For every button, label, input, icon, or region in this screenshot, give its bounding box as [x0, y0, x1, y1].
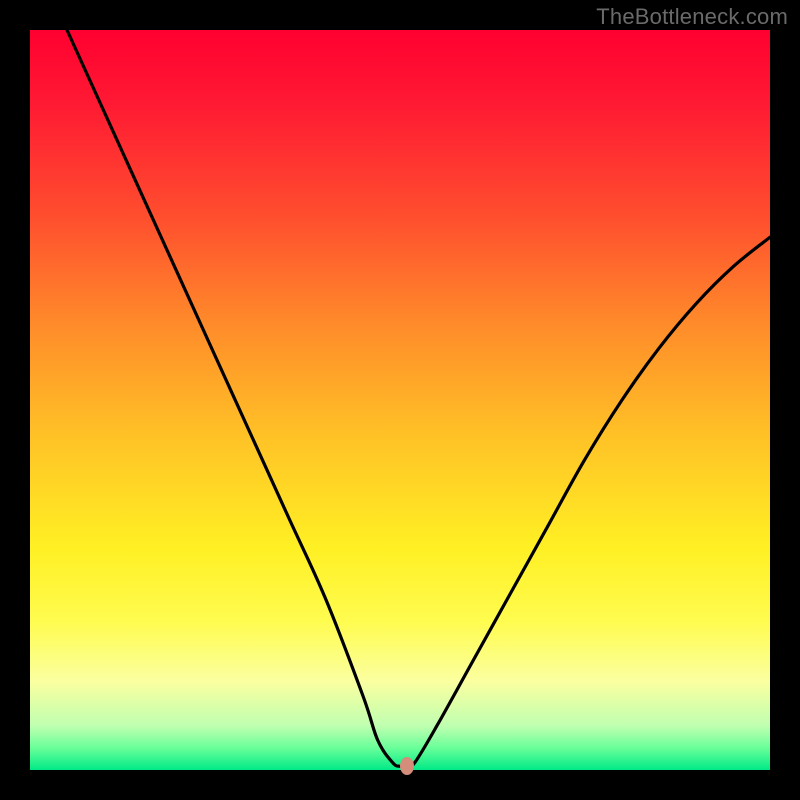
plot-gradient-background	[30, 30, 770, 770]
minimum-marker	[400, 757, 414, 775]
chart-frame: TheBottleneck.com	[0, 0, 800, 800]
watermark-text: TheBottleneck.com	[596, 4, 788, 30]
